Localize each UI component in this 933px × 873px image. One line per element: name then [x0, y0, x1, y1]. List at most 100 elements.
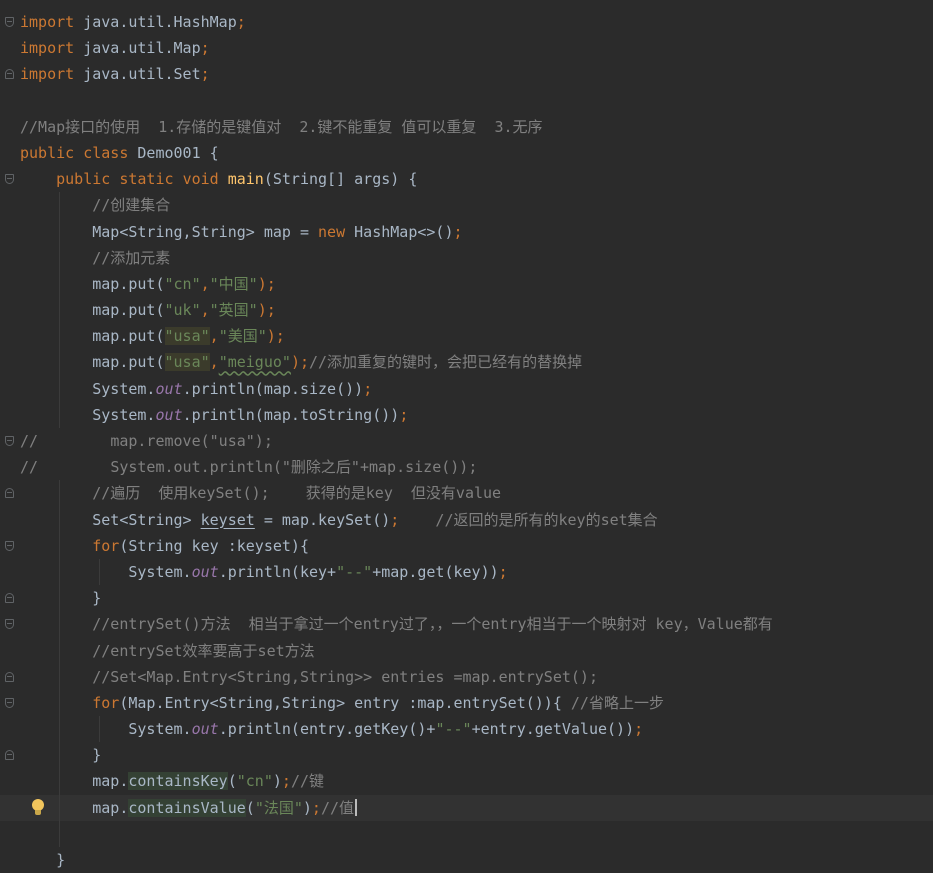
lightbulb-icon[interactable]: [31, 798, 45, 817]
code-line-2[interactable]: import java.util.Map;: [0, 35, 933, 61]
fold-icon[interactable]: [5, 174, 14, 185]
code-editor[interactable]: import java.util.HashMap; import java.ut…: [0, 0, 933, 869]
fold-end-icon[interactable]: [5, 593, 14, 604]
method-call-highlight: containsKey: [128, 772, 228, 791]
indent-guide: [59, 192, 60, 219]
code-line-1[interactable]: import java.util.HashMap;: [0, 9, 933, 35]
paren-semicolon: );: [290, 353, 309, 372]
comment: //: [20, 458, 39, 477]
code-text: map.put(: [92, 274, 165, 293]
fold-end-icon[interactable]: [5, 69, 14, 80]
code-text: System.: [128, 720, 192, 739]
code-line-15[interactable]: System.out.println(map.size());: [0, 375, 933, 402]
indent-guide: [59, 558, 60, 586]
string-duplicate-highlight: "usa": [164, 327, 210, 346]
code-line-17[interactable]: // map.remove("usa");: [0, 428, 933, 454]
fold-end-icon[interactable]: [5, 488, 14, 499]
comment: //省略上一步: [570, 693, 664, 712]
code-line-10[interactable]: //添加元素: [0, 244, 933, 271]
comma: ,: [209, 353, 219, 372]
code-line-22[interactable]: System.out.println(key+"--"+map.get(key)…: [0, 558, 933, 586]
comment: //返回的是所有的key的set集合: [399, 510, 658, 529]
semicolon: ;: [200, 39, 210, 58]
keyword: public: [20, 143, 75, 162]
comment: //Map接口的使用 1.存储的是键值对 2.键不能重复 值可以重复 3.无序: [20, 117, 543, 136]
indent-guide: [59, 506, 60, 533]
code-line-7[interactable]: public static void main(String[] args) {: [0, 166, 933, 192]
code-line-20[interactable]: Set<String> keyset = map.keySet(); //返回的…: [0, 506, 933, 533]
static-field: out: [155, 405, 183, 424]
semicolon: ;: [200, 65, 210, 84]
comma: ,: [200, 301, 210, 320]
code-line-12[interactable]: map.put("uk","英国");: [0, 297, 933, 324]
code-line-5[interactable]: //Map接口的使用 1.存储的是键值对 2.键不能重复 值可以重复 3.无序: [0, 114, 933, 140]
code-line-27[interactable]: for(Map.Entry<String,String> entry :map.…: [0, 689, 933, 717]
fold-icon[interactable]: [5, 619, 14, 630]
method-call-highlight: containsValue: [128, 798, 246, 817]
string-typo-warning: "meiguo": [218, 353, 291, 372]
indent-guide: [59, 689, 60, 717]
code-text: ): [272, 772, 282, 791]
indent-guide: [59, 768, 60, 795]
code-line-9[interactable]: Map<String,String> map = new HashMap<>()…: [0, 218, 933, 245]
code-line-29[interactable]: }: [0, 742, 933, 769]
class-name: Demo001 {: [137, 143, 219, 162]
code-line-28[interactable]: System.out.println(entry.getKey()+"--"+e…: [0, 716, 933, 743]
code-line-24[interactable]: //entrySet()方法 相当于拿过一个entry过了，，一个entry相当…: [0, 611, 933, 638]
code-line-26[interactable]: //Set<Map.Entry<String,String>> entries …: [0, 663, 933, 690]
fold-icon[interactable]: [5, 540, 14, 551]
code-text: map.put(: [92, 353, 165, 372]
keyword: import: [20, 13, 75, 31]
code-line-33[interactable]: }: [0, 847, 933, 873]
code-line-6[interactable]: public class Demo001 {: [0, 140, 933, 166]
keyword: import: [20, 39, 75, 58]
code-line-25[interactable]: //entrySet效率要高于set方法: [0, 637, 933, 664]
code-text: (Map.Entry<String,String> entry :map.ent…: [119, 693, 571, 712]
comma: ,: [209, 327, 219, 346]
code-text: map.put(: [92, 327, 165, 346]
fold-end-icon[interactable]: [5, 671, 14, 682]
code-line-23[interactable]: }: [0, 585, 933, 612]
indent-guide: [99, 716, 100, 743]
string: "中国": [209, 274, 258, 293]
code-line-16[interactable]: System.out.println(map.toString());: [0, 401, 933, 428]
indent-guide: [59, 480, 60, 507]
code-line-31-current[interactable]: map.containsValue("法国");//值: [0, 794, 933, 821]
indent-guide: [59, 297, 60, 324]
code-line-21[interactable]: for(String key :keyset){: [0, 532, 933, 559]
fold-icon[interactable]: [5, 436, 14, 446]
fold-icon[interactable]: [5, 697, 14, 708]
comma: ,: [200, 274, 210, 293]
code-line-4[interactable]: [0, 88, 933, 114]
code-line-11[interactable]: map.put("cn","中国");: [0, 270, 933, 298]
indent-guide: [59, 637, 60, 664]
indent-guide: [59, 611, 60, 638]
comment: //entrySet()方法 相当于拿过一个entry过了，，一个entry相当…: [92, 615, 773, 634]
code-text: +entry.getValue()): [471, 720, 635, 739]
fold-end-icon[interactable]: [5, 750, 14, 761]
code-line-30[interactable]: map.containsKey("cn");//键: [0, 768, 933, 795]
string: "--": [336, 562, 373, 581]
code-line-3[interactable]: import java.util.Set;: [0, 61, 933, 87]
fold-icon[interactable]: [5, 17, 14, 27]
semicolon: ;: [453, 222, 463, 241]
code-text: System.: [128, 562, 192, 581]
comment: System.out.println("删除之后"+map.size());: [110, 458, 478, 477]
code-line-32[interactable]: [0, 820, 933, 847]
variable-name: keyset: [200, 510, 255, 529]
code-line-18[interactable]: // System.out.println("删除之后"+map.size())…: [0, 454, 933, 480]
code-text: .println(map.toString()): [182, 405, 400, 424]
code-line-13[interactable]: map.put("usa","美国");: [0, 323, 933, 350]
keyword: import: [20, 65, 75, 84]
static-field: out: [191, 562, 219, 581]
paren-semicolon: );: [257, 301, 276, 320]
string: "uk": [164, 301, 201, 320]
code-text: System.: [92, 405, 156, 424]
indent-guide: [59, 663, 60, 690]
code-text: (: [245, 798, 255, 817]
code-line-14[interactable]: map.put("usa","meiguo");//添加重复的键时，会把已经有的…: [0, 349, 933, 376]
code-line-19[interactable]: //遍历 使用keySet(); 获得的是key 但没有value: [0, 480, 933, 507]
code-text: Map<String,String> map =: [92, 222, 319, 241]
code-text: HashMap<>(): [345, 222, 454, 241]
code-line-8[interactable]: //创建集合: [0, 192, 933, 219]
